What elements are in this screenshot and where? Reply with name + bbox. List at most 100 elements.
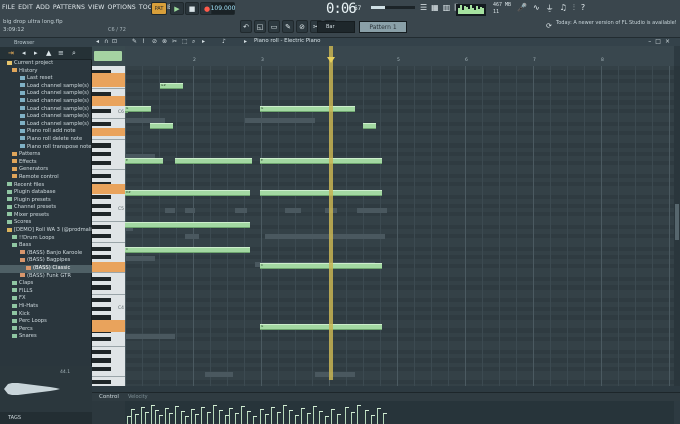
black-key[interactable] — [92, 336, 111, 342]
velocity-handle[interactable] — [325, 416, 329, 417]
velocity-bar[interactable] — [313, 406, 314, 424]
velocity-handle[interactable] — [135, 414, 139, 415]
velocity-bar[interactable] — [175, 406, 176, 424]
browser-item[interactable]: Remote control — [0, 174, 92, 182]
slice-icon[interactable]: ✂ — [172, 38, 177, 45]
midi-note[interactable]: G — [260, 324, 382, 330]
velocity-bar[interactable] — [141, 407, 142, 424]
velocity-handle[interactable] — [345, 407, 349, 408]
velocity-bar[interactable] — [325, 416, 326, 424]
hierarchy-icon[interactable]: ≡ — [58, 49, 64, 57]
black-key[interactable] — [92, 212, 111, 217]
piano-roll-icon[interactable]: ▦ — [431, 3, 439, 13]
tempo-display[interactable]: 109.000 — [211, 2, 235, 15]
midi-note[interactable]: C — [260, 263, 382, 269]
velocity-bar[interactable] — [357, 405, 358, 424]
black-key[interactable] — [92, 195, 111, 200]
browser-item[interactable]: Load channel sample(s) — [0, 113, 92, 121]
snap-icon[interactable]: ◱ — [254, 20, 266, 33]
maximize-icon[interactable]: □ — [655, 38, 665, 45]
browser-item[interactable]: (BASS) Classic — [0, 265, 92, 273]
velocity-handle[interactable] — [331, 409, 335, 410]
browser-item[interactable]: !!Drum Loops — [0, 235, 92, 243]
black-key[interactable] — [92, 276, 111, 281]
midi-note[interactable]: E — [125, 158, 163, 164]
piano-icon[interactable]: ♫ — [560, 3, 567, 14]
browser-item[interactable]: FILLS — [0, 288, 92, 296]
velocity-bar[interactable] — [253, 416, 254, 424]
velocity-handle[interactable] — [207, 412, 211, 413]
velocity-bar[interactable] — [283, 405, 284, 424]
scrollbar-thumb[interactable] — [675, 204, 679, 240]
velocity-bar[interactable] — [260, 409, 261, 424]
velocity-bar[interactable] — [131, 409, 132, 424]
midi-note[interactable] — [175, 158, 252, 164]
brush-icon[interactable]: ⌇ — [142, 38, 145, 45]
select-icon[interactable]: ⬚ — [182, 38, 188, 45]
velocity-handle[interactable] — [181, 411, 185, 412]
sort-icon[interactable]: ▲ — [46, 49, 51, 57]
browser-item[interactable]: FX — [0, 295, 92, 303]
mixer-icon[interactable]: ⫶ — [573, 3, 575, 14]
browser-item[interactable]: Load channel sample(s) — [0, 121, 92, 129]
browser-item[interactable]: Piano roll transpose note — [0, 144, 92, 152]
velocity-handle[interactable] — [371, 415, 375, 416]
pat-song-toggle[interactable]: PAT — [151, 2, 167, 15]
browser-item[interactable]: Load channel sample(s) — [0, 90, 92, 98]
browser-item[interactable]: Recent files — [0, 182, 92, 190]
velocity-handle[interactable] — [301, 408, 305, 409]
velocity-handle[interactable] — [283, 405, 287, 406]
delete-icon[interactable]: ⊘ — [152, 38, 157, 45]
midi-note[interactable] — [363, 123, 376, 129]
speaker-icon[interactable]: ♪ — [222, 38, 226, 45]
menu-item-file[interactable]: FILE — [2, 4, 15, 11]
pencil-icon[interactable]: ✎ — [132, 38, 137, 45]
velocity-bar[interactable] — [265, 414, 266, 424]
velocity-handle[interactable] — [307, 413, 311, 414]
black-key[interactable] — [92, 121, 111, 127]
velocity-bar[interactable] — [271, 407, 272, 424]
midi-note[interactable]: G# — [160, 83, 183, 89]
midi-note[interactable] — [150, 123, 173, 129]
velocity-handle[interactable] — [235, 413, 239, 414]
velocity-handle[interactable] — [319, 411, 323, 412]
browser-item[interactable]: Effects — [0, 159, 92, 167]
expand-icon[interactable]: ▸ — [34, 49, 38, 57]
velocity-bar[interactable] — [371, 415, 372, 424]
wave-icon[interactable]: ∿ — [533, 3, 540, 14]
menu-item-edit[interactable]: EDIT — [18, 4, 33, 11]
black-key[interactable] — [92, 246, 111, 251]
browser-item[interactable]: Percs — [0, 326, 92, 334]
vertical-scrollbar[interactable] — [674, 66, 680, 386]
velocity-bar[interactable] — [307, 413, 308, 424]
plug-icon[interactable]: ⏚ — [546, 3, 554, 14]
velocity-handle[interactable] — [195, 414, 199, 415]
chevron-right-icon[interactable]: ▸ — [244, 38, 247, 45]
velocity-lane[interactable] — [125, 401, 674, 424]
help-icon[interactable]: ? — [581, 3, 585, 14]
black-key[interactable] — [92, 298, 111, 303]
velocity-handle[interactable] — [141, 407, 145, 408]
velocity-bar[interactable] — [155, 410, 156, 424]
browser-item[interactable]: Piano roll delete note — [0, 136, 92, 144]
velocity-bar[interactable] — [145, 412, 146, 424]
midi-note[interactable]: G — [260, 106, 355, 112]
velocity-handle[interactable] — [260, 409, 264, 410]
velocity-bar[interactable] — [127, 416, 128, 424]
velocity-handle[interactable] — [271, 407, 275, 408]
velocity-bar[interactable] — [225, 415, 226, 424]
pencil-icon[interactable]: ✎ — [282, 20, 294, 33]
browser-item[interactable]: Plugin presets — [0, 197, 92, 205]
browser-item[interactable]: Perc Loops — [0, 318, 92, 326]
velocity-handle[interactable] — [165, 408, 169, 409]
news-icon[interactable]: ⟳ — [546, 22, 552, 30]
playlist-icon[interactable]: ☰ — [420, 3, 427, 13]
song-time[interactable]: 0:06 — [326, 1, 357, 17]
velocity-handle[interactable] — [357, 405, 361, 406]
undo-icon[interactable]: ↶ — [240, 20, 252, 33]
velocity-bar[interactable] — [201, 407, 202, 424]
piano-keyboard[interactable]: C6 C5 C4 — [92, 66, 125, 386]
browser-item[interactable]: Load channel sample(s) — [0, 98, 92, 106]
velocity-handle[interactable] — [229, 408, 233, 409]
velocity-handle[interactable] — [213, 405, 217, 406]
